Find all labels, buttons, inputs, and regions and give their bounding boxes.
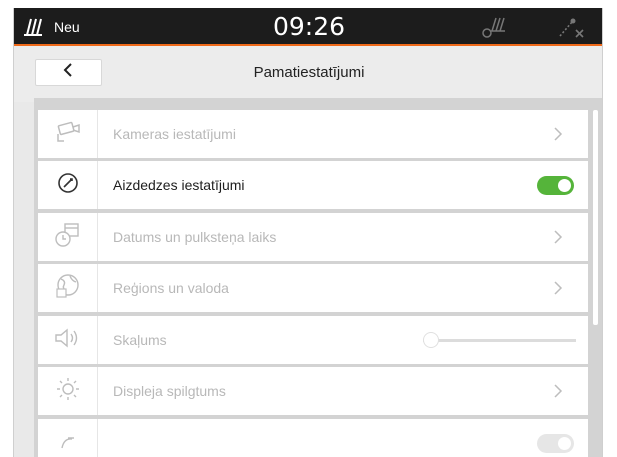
toggle-knob <box>558 179 571 192</box>
settings-row-region-language[interactable]: Reģions un valoda <box>38 264 588 312</box>
partial-icon <box>56 430 80 457</box>
chevron-right-icon <box>553 126 563 147</box>
settings-row-label: Aizdedzes iestatījumi <box>113 177 245 193</box>
camera-icon <box>54 120 82 149</box>
ignition-icon <box>56 171 80 200</box>
gps-receiver-icon <box>480 15 510 44</box>
globe-icon <box>54 273 82 304</box>
page-title: Pamatiestatījumi <box>253 64 365 81</box>
volume-slider[interactable] <box>423 332 576 348</box>
settings-row-ignition[interactable]: Aizdedzes iestatījumi <box>38 161 588 209</box>
settings-row-camera[interactable]: Kameras iestatījumi <box>38 110 588 158</box>
settings-row-partial[interactable] <box>38 419 588 457</box>
scrollbar[interactable] <box>593 110 598 325</box>
sun-icon <box>55 376 81 407</box>
chevron-right-icon <box>553 383 563 404</box>
settings-panel: Kameras iestatījumi Aizdedzes iestatījum… <box>34 98 602 457</box>
slider-thumb[interactable] <box>423 332 439 348</box>
ignition-toggle[interactable] <box>537 176 574 195</box>
app-frame: Neu 09:26 Pamatiestatījumi Kameras iesta… <box>13 8 603 457</box>
settings-list: Kameras iestatījumi Aizdedzes iestatījum… <box>38 110 588 457</box>
settings-row-volume[interactable]: Skaļums <box>38 316 588 364</box>
chevron-right-icon <box>553 229 563 250</box>
status-bar: Neu 09:26 <box>14 8 602 46</box>
slider-track <box>423 339 576 342</box>
settings-toggle[interactable] <box>537 434 574 453</box>
calendar-clock-icon <box>54 222 82 253</box>
settings-row-date-time[interactable]: Datums un pulksteņa laiks <box>38 213 588 261</box>
settings-row-label: Skaļums <box>113 332 167 348</box>
settings-row-label: Reģions un valoda <box>113 280 229 296</box>
settings-row-label: Kameras iestatījumi <box>113 126 236 142</box>
clock: 09:26 <box>272 12 346 41</box>
settings-row-label: Displeja spilgtums <box>113 383 226 399</box>
chevron-right-icon <box>553 280 563 301</box>
toggle-knob <box>558 437 571 450</box>
title-bar: Pamatiestatījumi <box>14 46 602 102</box>
disconnected-icon <box>558 16 586 45</box>
settings-row-brightness[interactable]: Displeja spilgtums <box>38 367 588 415</box>
settings-row-label: Datums un pulksteņa laiks <box>113 229 277 245</box>
speaker-icon <box>53 327 83 354</box>
